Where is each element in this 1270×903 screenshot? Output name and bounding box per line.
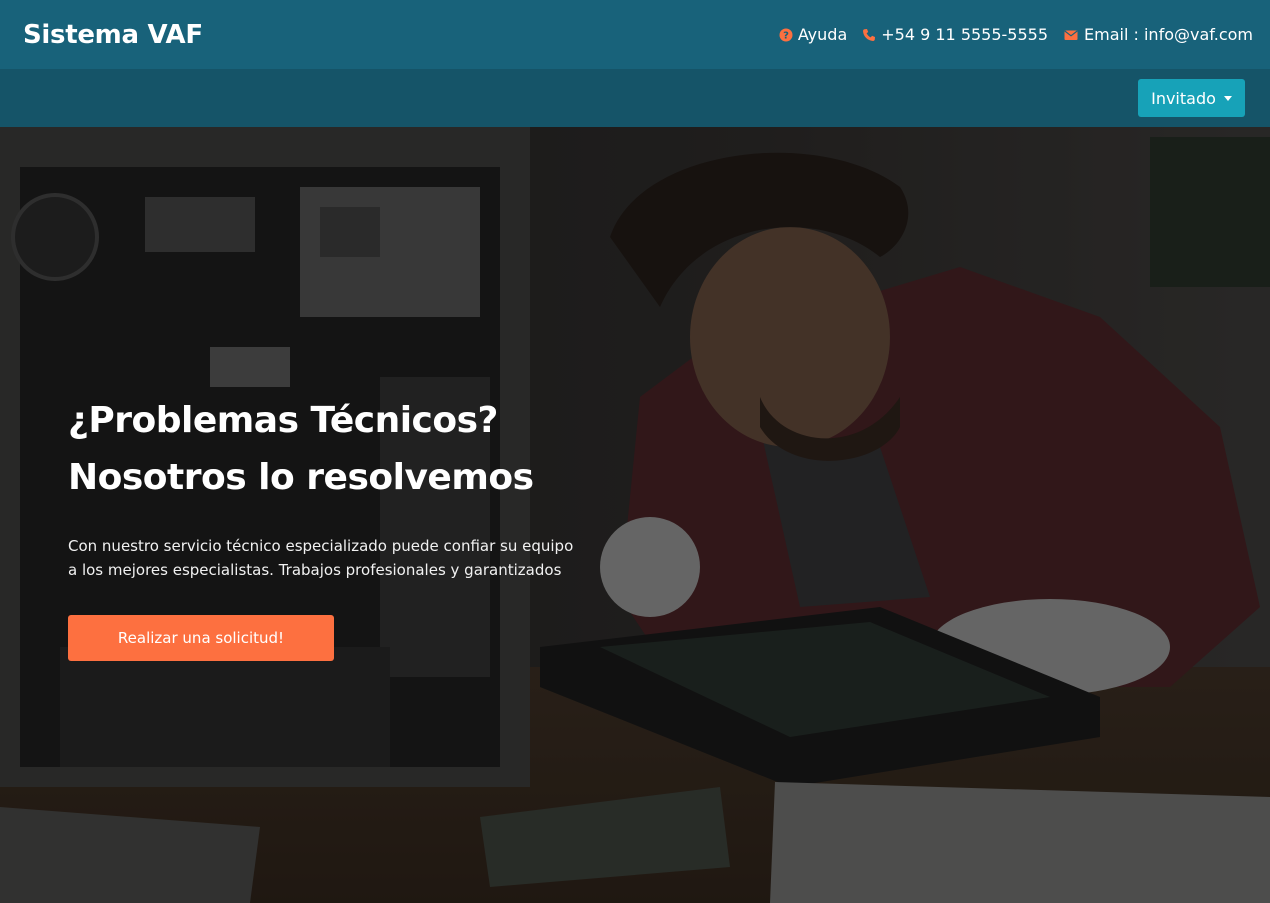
hero-description-line-2: a los mejores especialistas. Trabajos pr… <box>68 561 562 579</box>
top-header: Sistema VAF ? Ayuda +54 9 11 5555-5555 E… <box>0 0 1270 69</box>
user-menu-dropdown[interactable]: Invitado <box>1138 79 1245 117</box>
hero-section: ¿Problemas Técnicos? Nosotros lo resolve… <box>0 127 1270 903</box>
help-label: Ayuda <box>797 25 848 44</box>
hero-title-line-2: Nosotros lo resolvemos <box>68 457 534 498</box>
envelope-icon <box>1064 30 1078 40</box>
hero-title: ¿Problemas Técnicos? Nosotros lo resolve… <box>68 392 628 506</box>
contact-info: ? Ayuda +54 9 11 5555-5555 Email : info@… <box>779 25 1253 44</box>
help-link[interactable]: ? Ayuda <box>779 25 847 44</box>
email-contact[interactable]: Email : info@vaf.com <box>1063 25 1253 44</box>
caret-down-icon <box>1223 95 1232 101</box>
navigation-bar: Invitado <box>0 69 1270 127</box>
phone-icon <box>863 28 876 41</box>
hero-description-line-1: Con nuestro servicio técnico especializa… <box>68 537 574 555</box>
phone-number: +54 9 11 5555-5555 <box>881 25 1049 44</box>
email-address: Email : info@vaf.com <box>1084 25 1253 44</box>
phone-contact[interactable]: +54 9 11 5555-5555 <box>862 25 1048 44</box>
request-service-button[interactable]: Realizar una solicitud! <box>68 615 334 661</box>
hero-description: Con nuestro servicio técnico especializa… <box>68 534 618 582</box>
question-circle-icon: ? <box>779 28 793 41</box>
svg-text:?: ? <box>783 30 789 41</box>
hero-content: ¿Problemas Técnicos? Nosotros lo resolve… <box>68 392 628 661</box>
brand-title[interactable]: Sistema VAF <box>23 20 203 50</box>
hero-title-line-1: ¿Problemas Técnicos? <box>68 400 498 441</box>
user-menu-label: Invitado <box>1151 88 1216 108</box>
